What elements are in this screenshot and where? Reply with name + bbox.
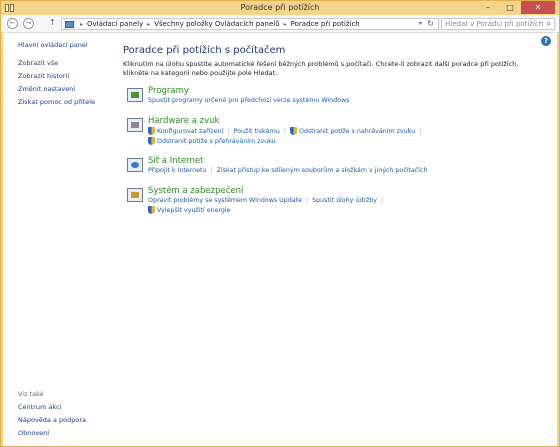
task-link[interactable]: Opravit problémy se systémem Windows Upd…	[148, 197, 302, 204]
address-bar: ← → ↑ ▸ Ovládací panely ▸ Všechny položk…	[1, 15, 559, 33]
category-system-security: Systém a zabezpečení Opravit problémy se…	[123, 186, 543, 226]
see-also-help-support[interactable]: Nápověda a podpora	[18, 416, 118, 424]
task-label: Odstranit potíže s přehráváním zvuku	[157, 137, 276, 145]
task-label: Opravit problémy se systémem Windows Upd…	[148, 197, 302, 204]
hardware-icon[interactable]	[127, 118, 143, 132]
task-list: Konfigurovat zařízení | Použít tiskárnu …	[148, 127, 543, 145]
window-controls: – □ ✕	[477, 1, 555, 14]
search-icon[interactable]: ⌕	[547, 19, 551, 29]
task-label: Odstranit potíže s nahráváním zvuku	[298, 127, 416, 135]
shield-icon	[148, 206, 155, 214]
task-label: Vylepšit využití energie	[157, 206, 231, 214]
search-input[interactable]: Hledat v Poradci při potížích ⌕	[441, 18, 555, 30]
separator: |	[227, 127, 230, 135]
task-label: Použít tiskárnu	[233, 127, 280, 135]
task-label: Konfigurovat zařízení	[157, 127, 224, 135]
category-network-internet: Síť a Internet Připojit k Internetu | Zí…	[123, 156, 543, 186]
sidebar-item-settings[interactable]: Změnit nastavení	[18, 85, 118, 93]
minimize-button[interactable]: –	[477, 1, 499, 14]
breadcrumb-item[interactable]: Poradce při potížích	[291, 20, 360, 28]
task-link[interactable]: Připojit k Internetu	[148, 167, 207, 174]
sidebar-item-home[interactable]: Hlavní ovládací panel	[18, 41, 118, 49]
shield-icon	[289, 127, 297, 135]
category-title[interactable]: Programy	[148, 86, 543, 96]
forward-button[interactable]: →	[23, 18, 34, 29]
task-link[interactable]: Spustit úlohy údržby	[312, 197, 377, 204]
window-title: Poradce při potížích	[240, 3, 320, 12]
intro-text: Kliknutím na úlohu spustíte automatické …	[123, 60, 519, 77]
content-pane: ? Hlavní ovládací panel Zobrazit vše Zob…	[3, 33, 557, 446]
category-title[interactable]: Systém a zabezpečení	[148, 186, 543, 196]
sidebar: Hlavní ovládací panel Zobrazit vše Zobra…	[18, 41, 118, 111]
chevron-right-icon[interactable]: ▸	[147, 21, 150, 28]
separator: |	[305, 197, 309, 204]
task-link[interactable]: Konfigurovat zařízení	[148, 127, 223, 135]
main-panel: Poradce při potížích s počítačem Kliknut…	[123, 45, 543, 226]
see-also-title: Viz také	[18, 390, 44, 398]
see-also: Viz také Centrum akcí Nápověda a podpora…	[18, 390, 118, 442]
breadcrumb-item[interactable]: Všechny položky Ovládacích panelů	[154, 20, 279, 28]
task-label: Spustit úlohy údržby	[312, 197, 377, 204]
separator: |	[419, 127, 422, 135]
task-label: Připojit k Internetu	[148, 167, 207, 174]
breadcrumb[interactable]: ▸ Ovládací panely ▸ Všechny položky Ovlá…	[61, 18, 439, 30]
back-button[interactable]: ←	[7, 18, 18, 29]
page-title: Poradce při potížích s počítačem	[123, 45, 286, 56]
sidebar-item-get-help[interactable]: Získat pomoc od přítele	[18, 98, 118, 106]
control-panel-icon	[65, 20, 74, 28]
maximize-button[interactable]: □	[499, 1, 521, 14]
see-also-recovery[interactable]: Obnovení	[18, 429, 118, 437]
programs-icon[interactable]	[127, 88, 143, 102]
task-link[interactable]: Použít tiskárnu	[234, 128, 280, 135]
refresh-icon[interactable]: ↻	[427, 19, 434, 28]
task-link[interactable]: Vylepšit využití energie	[148, 206, 231, 214]
shield-icon	[148, 127, 155, 135]
network-icon[interactable]	[127, 158, 143, 172]
search-placeholder: Hledat v Poradci při potížích	[445, 20, 544, 28]
separator: |	[210, 167, 213, 174]
sidebar-item-show-all[interactable]: Zobrazit vše	[18, 59, 118, 67]
system-security-icon[interactable]	[127, 188, 143, 202]
see-also-action-center[interactable]: Centrum akcí	[18, 403, 118, 411]
up-button[interactable]: ↑	[49, 18, 56, 27]
category-hardware-sound: Hardware a zvuk Konfigurovat zařízení | …	[123, 116, 543, 156]
task-link[interactable]: Odstranit potíže s nahráváním zvuku	[289, 127, 416, 135]
sidebar-item-history[interactable]: Zobrazit historii	[18, 72, 118, 80]
breadcrumb-item[interactable]: Ovládací panely	[87, 20, 143, 28]
category-title[interactable]: Hardware a zvuk	[148, 116, 543, 126]
shield-icon	[148, 137, 155, 145]
close-button[interactable]: ✕	[521, 1, 555, 14]
chevron-right-icon[interactable]: ▸	[80, 21, 83, 28]
title-bar: Poradce při potížích – □ ✕	[1, 1, 559, 15]
chevron-right-icon[interactable]: ▸	[284, 21, 287, 28]
task-label: Spustit programy určené pro předchozí ve…	[148, 97, 350, 104]
task-link[interactable]: Spustit programy určené pro předchozí ve…	[148, 97, 349, 104]
window: Poradce při potížích – □ ✕ ← → ↑ ▸ Ovlád…	[0, 0, 560, 447]
task-label: Získat přístup ke sdíleným souborům a sl…	[216, 167, 428, 174]
task-list: Připojit k Internetu | Získat přístup ke…	[148, 167, 543, 174]
task-link[interactable]: Odstranit potíže s přehráváním zvuku	[148, 137, 276, 145]
task-link[interactable]: Získat přístup ke sdíleným souborům a sl…	[217, 167, 428, 174]
separator: |	[283, 127, 286, 135]
task-list: Spustit programy určené pro předchozí ve…	[148, 97, 543, 104]
chevron-down-icon[interactable]: ▾	[419, 20, 422, 27]
category-programs: Programy Spustit programy určené pro pře…	[123, 86, 543, 116]
separator: |	[380, 197, 384, 204]
task-list: Opravit problémy se systémem Windows Upd…	[148, 197, 543, 214]
category-title[interactable]: Síť a Internet	[148, 156, 543, 166]
